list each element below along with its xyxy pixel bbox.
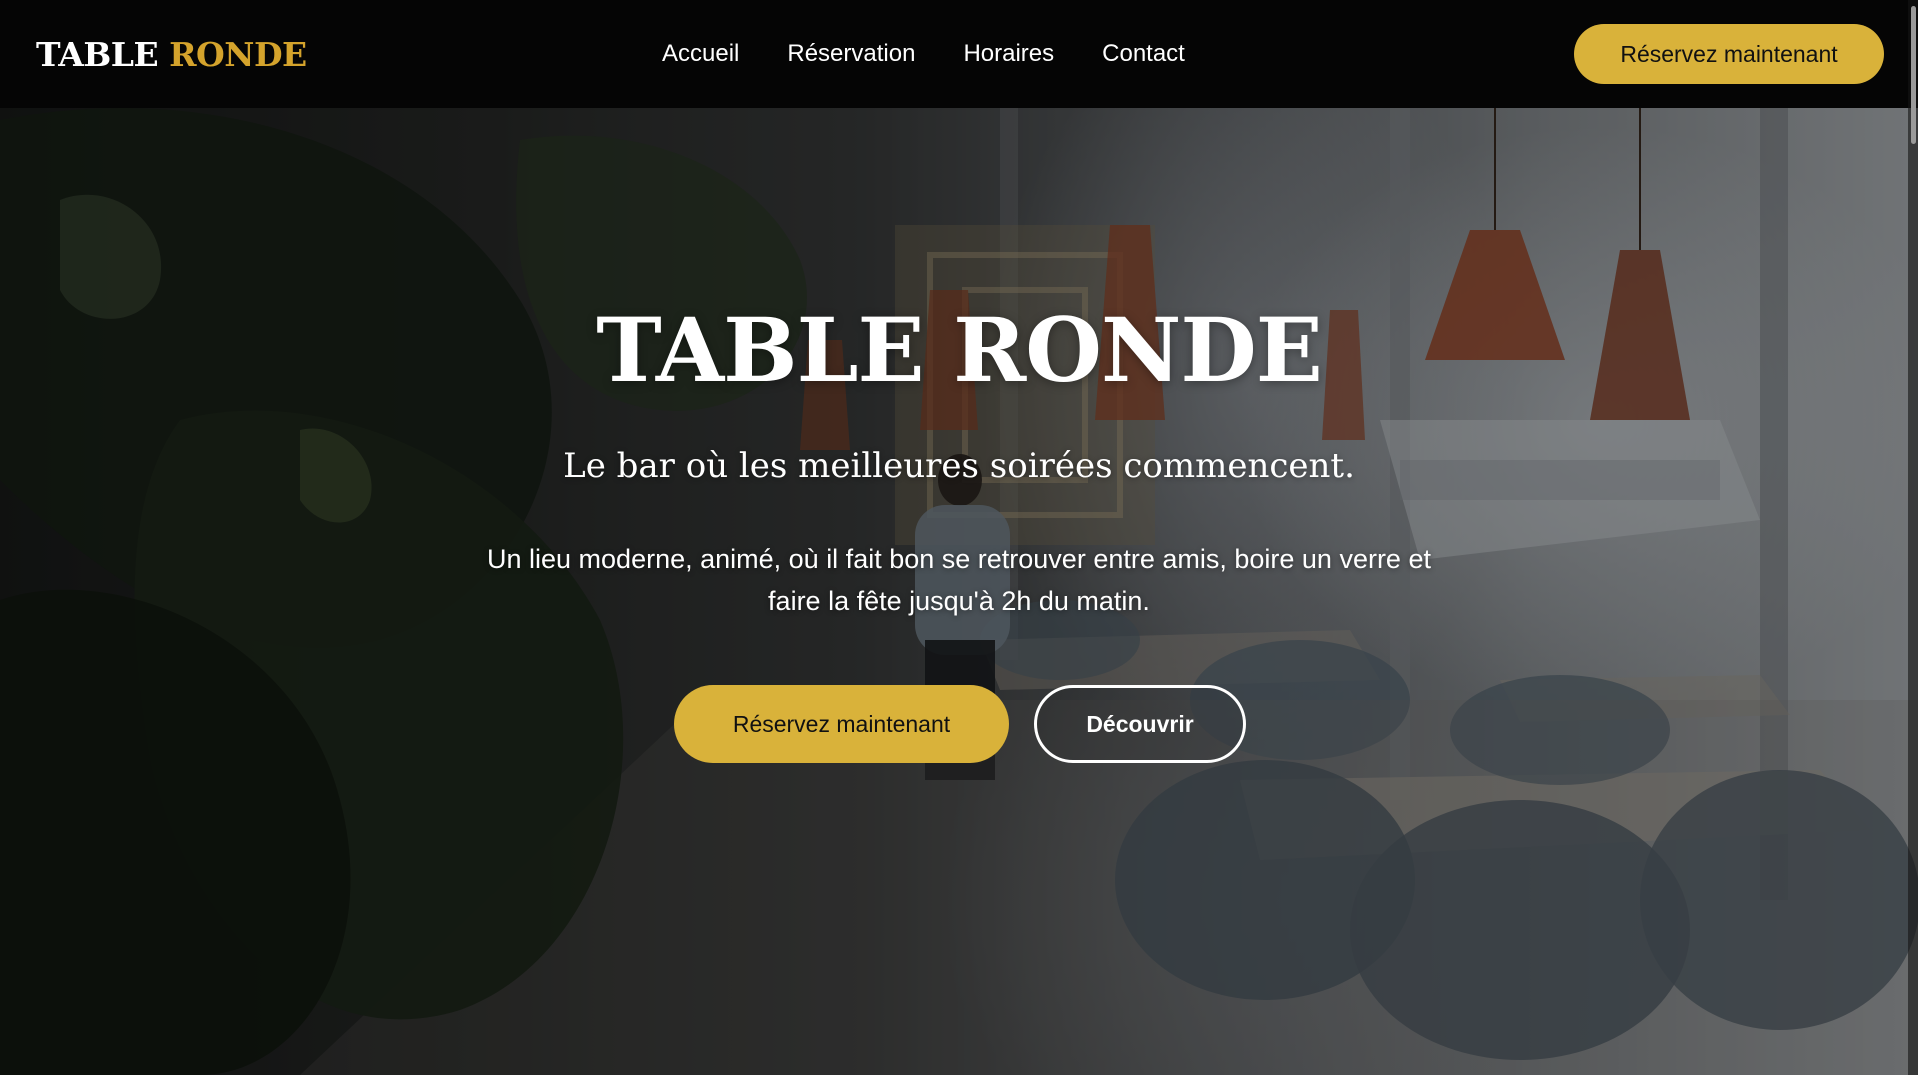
scrollbar-thumb[interactable] bbox=[1911, 6, 1916, 144]
hero-button-group: Réservez maintenant Découvrir bbox=[674, 685, 1246, 763]
hero-discover-button[interactable]: Découvrir bbox=[1034, 685, 1246, 763]
page-scrollbar[interactable] bbox=[1908, 0, 1918, 1075]
hero-title: TABLE RONDE bbox=[596, 298, 1323, 402]
hero-subtitle: Le bar où les meilleures soirées commenc… bbox=[563, 446, 1355, 486]
landing-page: TABLE RONDE Accueil Réservation Horaires… bbox=[0, 0, 1918, 1075]
hero-reserve-button[interactable]: Réservez maintenant bbox=[674, 685, 1009, 763]
hero-description: Un lieu moderne, animé, où il fait bon s… bbox=[487, 544, 1431, 616]
hero-section: TABLE RONDE Le bar où les meilleures soi… bbox=[0, 0, 1918, 1075]
